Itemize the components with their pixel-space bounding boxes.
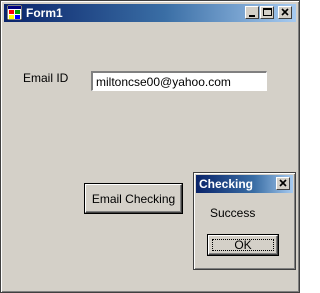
ok-button[interactable]: OK	[208, 235, 278, 255]
minimize-icon	[249, 15, 255, 17]
dialog-message: Success	[210, 206, 256, 220]
email-input[interactable]	[91, 71, 267, 91]
email-id-label: Email ID	[23, 71, 69, 85]
windows-form-icon	[6, 4, 23, 21]
maximize-icon	[263, 8, 272, 16]
minimize-button[interactable]	[245, 6, 259, 19]
checking-dialog: Checking Success OK	[193, 172, 296, 270]
ok-button-label: OK	[234, 237, 252, 252]
window-title: Form1	[26, 6, 63, 20]
main-window: Form1 Email ID Email Checking Checking	[0, 0, 300, 293]
email-checking-button[interactable]: Email Checking	[85, 184, 182, 213]
close-icon	[281, 8, 289, 16]
dialog-title: Checking	[199, 177, 254, 191]
close-button[interactable]	[278, 6, 292, 19]
title-bar[interactable]: Form1	[4, 4, 296, 22]
dialog-close-button[interactable]	[276, 177, 290, 190]
dialog-title-bar[interactable]: Checking	[196, 175, 293, 193]
close-icon	[279, 179, 287, 187]
maximize-button[interactable]	[260, 6, 274, 19]
